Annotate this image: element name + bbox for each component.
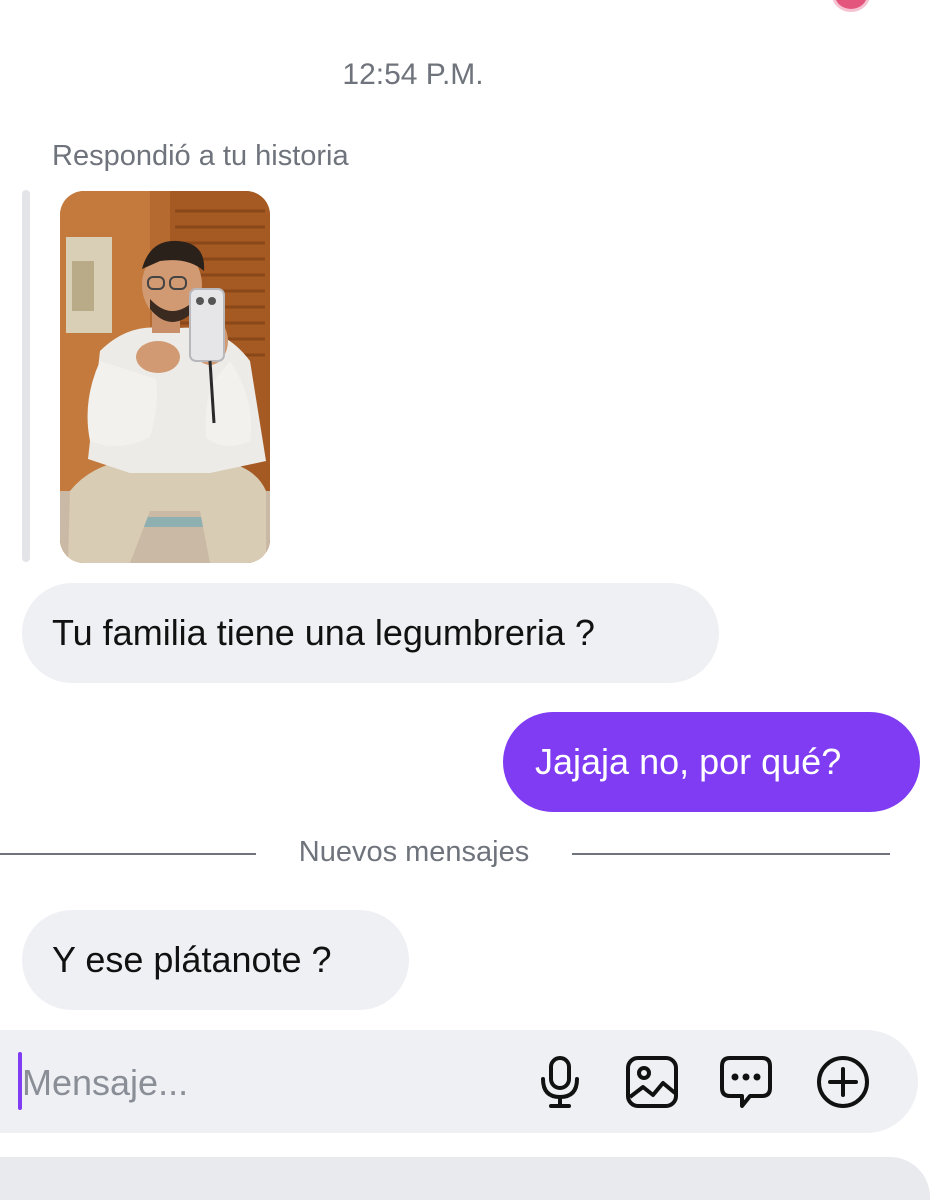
sticker-chat-icon <box>720 1056 772 1108</box>
bottom-panel <box>0 1157 930 1200</box>
story-reply-label: Respondió a tu historia <box>52 140 349 172</box>
notification-dot <box>832 0 870 12</box>
gallery-icon <box>626 1056 678 1108</box>
gallery-button[interactable] <box>622 1052 682 1112</box>
dm-conversation-screen: 12:54 P.M. Respondió a tu historia Tu fa… <box>0 0 939 1200</box>
story-reply-bar <box>22 190 30 562</box>
microphone-icon <box>541 1056 579 1108</box>
message-input[interactable] <box>22 1058 502 1108</box>
story-photo <box>60 191 270 563</box>
divider-line-right <box>572 853 890 855</box>
divider-line-left <box>0 853 256 855</box>
story-thumbnail[interactable] <box>60 191 270 563</box>
message-composer <box>0 1030 918 1133</box>
incoming-message-bubble[interactable]: Tu familia tiene una legumbreria ? <box>22 583 719 683</box>
add-circle-icon <box>817 1056 869 1108</box>
new-messages-divider: Nuevos mensajes <box>298 836 530 868</box>
incoming-message-bubble[interactable]: Y ese plátanote ? <box>22 910 409 1010</box>
add-button[interactable] <box>813 1052 873 1112</box>
outgoing-message-bubble[interactable]: Jajaja no, por qué? <box>503 712 920 812</box>
message-timestamp: 12:54 P.M. <box>342 58 484 91</box>
microphone-button[interactable] <box>530 1052 590 1112</box>
sticker-button[interactable] <box>716 1052 776 1112</box>
